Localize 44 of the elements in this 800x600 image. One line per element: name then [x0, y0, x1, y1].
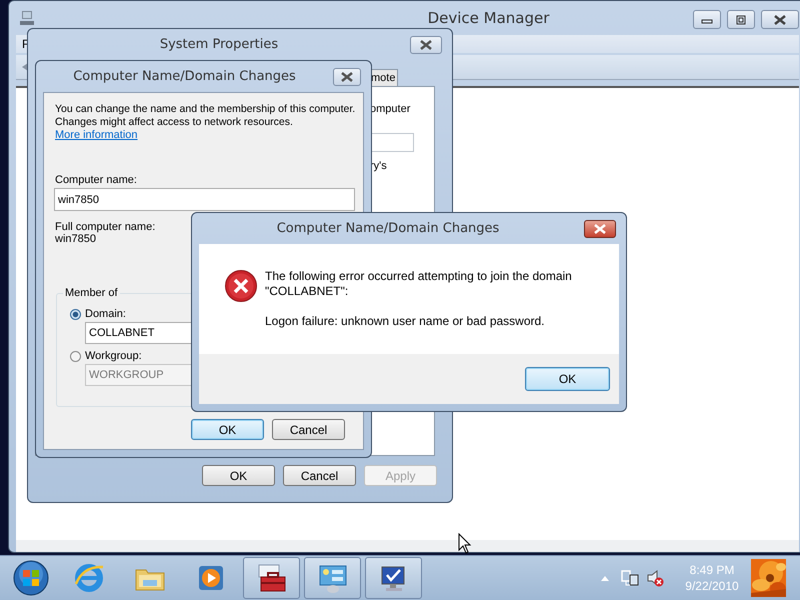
- close-button[interactable]: [410, 36, 442, 54]
- close-icon: [773, 14, 787, 24]
- dialog-button[interactable]: OK: [202, 465, 275, 486]
- dialog-title: Computer Name/Domain Changes: [72, 69, 297, 84]
- error-icon: [224, 269, 258, 303]
- dialog-title: Computer Name/Domain Changes: [276, 221, 500, 236]
- option-label: Workgroup:: [85, 350, 142, 362]
- muted-speaker-icon: [646, 569, 664, 587]
- error-message: The following error occurred attempting to join the domain "COLLABNET":: [265, 269, 573, 299]
- ok-button[interactable]: OK: [525, 367, 610, 391]
- computer-icon: [20, 10, 34, 26]
- dialog-button[interactable]: OK: [191, 419, 264, 440]
- description-text: You can change the name and the membership of this computer. Changes might affect access to network resources.: [55, 103, 356, 129]
- taskbar-button[interactable]: [304, 557, 361, 599]
- taskbar-button[interactable]: [365, 557, 422, 599]
- full-name-value: win7850: [55, 233, 96, 245]
- browser-icon: [72, 562, 104, 594]
- dialog-button[interactable]: Cancel: [283, 465, 356, 486]
- more-information-link[interactable]: More information: [55, 129, 138, 141]
- dialog-title: System Properties: [158, 37, 280, 52]
- minimize-button[interactable]: [693, 10, 721, 29]
- restore-icon: [735, 14, 747, 24]
- close-icon: [419, 40, 433, 50]
- taskbar-button[interactable]: [243, 557, 300, 599]
- close-button[interactable]: [584, 220, 616, 238]
- start-orb-icon[interactable]: [13, 560, 49, 596]
- label: Computer name:: [55, 174, 137, 186]
- radio-button[interactable]: [70, 308, 81, 320]
- dialog-button[interactable]: Cancel: [272, 419, 345, 440]
- maximize-button[interactable]: [727, 10, 755, 29]
- close-icon: [593, 224, 607, 234]
- close-icon: [340, 72, 354, 82]
- toolbox-icon: [256, 562, 288, 594]
- up-arrow-icon: [600, 574, 610, 582]
- text-field[interactable]: [370, 133, 414, 152]
- network-icon: [621, 569, 639, 587]
- close-button[interactable]: [333, 68, 361, 86]
- close-button[interactable]: [761, 10, 799, 29]
- label: Full computer name:: [55, 221, 156, 233]
- window-title: Device Manager: [426, 9, 550, 27]
- group-title: Member of: [63, 287, 120, 299]
- option-label: Domain:: [85, 308, 126, 320]
- error-detail: Logon failure: unknown user name or bad password.: [265, 314, 546, 329]
- computer-name-field[interactable]: win7850: [54, 188, 355, 211]
